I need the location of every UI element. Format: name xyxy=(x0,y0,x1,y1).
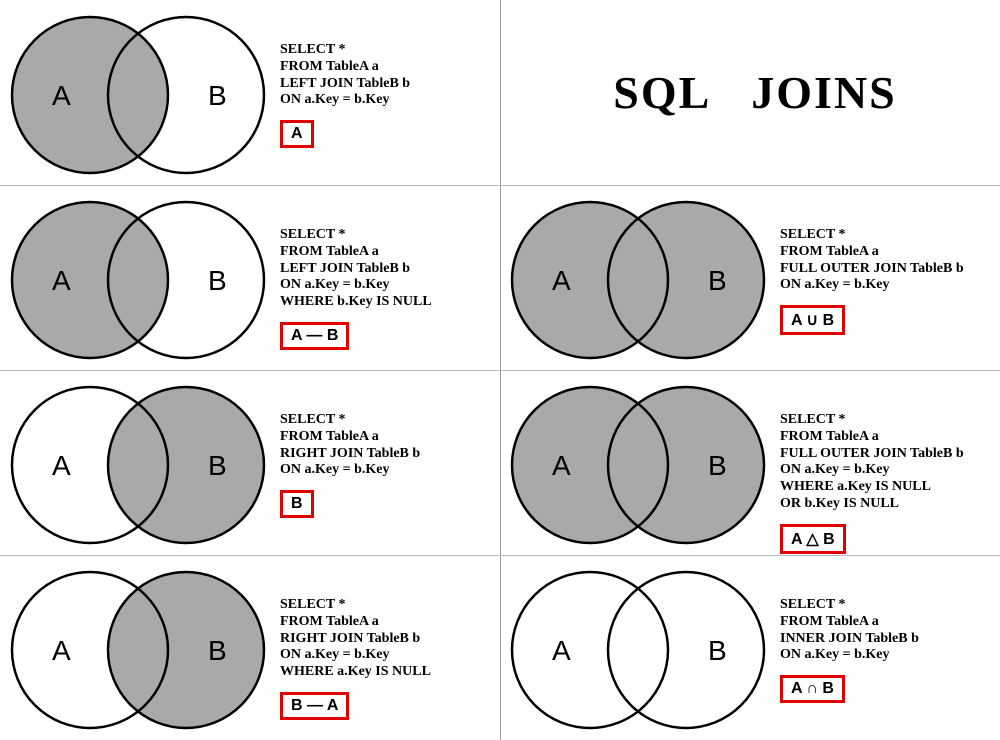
venn-label-b: B xyxy=(208,635,227,666)
venn-label-b: B xyxy=(708,635,727,666)
venn-diagram: A B xyxy=(508,380,770,550)
venn-diagram: A B xyxy=(8,380,270,550)
venn-diagram: A B xyxy=(8,195,270,365)
venn-label-b: B xyxy=(708,450,727,481)
join-cell-right-join: A B SELECT * FROM TableA a RIGHT JOIN Ta… xyxy=(0,370,500,555)
venn-label-b: B xyxy=(208,265,227,296)
venn-diagram: A B xyxy=(8,10,270,180)
join-cell-left-join-excl: A B SELECT * FROM TableA a LEFT JOIN Tab… xyxy=(0,185,500,370)
sql-code: SELECT * FROM TableA a LEFT JOIN TableB … xyxy=(280,42,410,109)
venn-label-a: A xyxy=(52,265,71,296)
venn-label-b: B xyxy=(708,265,727,296)
venn-label-a: A xyxy=(52,635,71,666)
join-cell-right-join-excl: A B SELECT * FROM TableA a RIGHT JOIN Ta… xyxy=(0,555,500,740)
set-notation-badge: B xyxy=(280,490,314,518)
set-notation-badge: A — B xyxy=(280,322,349,350)
venn-diagram: A B xyxy=(508,195,770,365)
title-word-1: SQL xyxy=(613,66,711,119)
venn-label-b: B xyxy=(208,450,227,481)
join-cell-left-join: A B SELECT * FROM TableA a LEFT JOIN Tab… xyxy=(0,0,500,185)
title-word-2: JOINS xyxy=(751,66,896,119)
set-notation-badge: A △ B xyxy=(780,524,846,554)
sql-code: SELECT * FROM TableA a RIGHT JOIN TableB… xyxy=(280,597,431,681)
venn-label-a: A xyxy=(552,635,571,666)
sql-code: SELECT * FROM TableA a FULL OUTER JOIN T… xyxy=(780,227,964,294)
join-cell-inner-join: A B SELECT * FROM TableA a INNER JOIN Ta… xyxy=(500,555,1000,740)
sql-code: SELECT * FROM TableA a INNER JOIN TableB… xyxy=(780,597,919,664)
set-notation-badge: A xyxy=(280,120,314,148)
venn-diagram: A B xyxy=(8,565,270,735)
venn-label-a: A xyxy=(552,450,571,481)
set-notation-badge: B — A xyxy=(280,692,349,720)
sql-code: SELECT * FROM TableA a LEFT JOIN TableB … xyxy=(280,227,432,311)
venn-diagram: A B xyxy=(508,565,770,735)
join-cell-full-outer-join: A B SELECT * FROM TableA a FULL OUTER JO… xyxy=(500,185,1000,370)
sql-code: SELECT * FROM TableA a FULL OUTER JOIN T… xyxy=(780,412,964,513)
venn-label-a: A xyxy=(52,80,71,111)
set-notation-badge: A ∩ B xyxy=(780,675,845,703)
sql-code: SELECT * FROM TableA a RIGHT JOIN TableB… xyxy=(280,412,420,479)
venn-label-a: A xyxy=(552,265,571,296)
venn-label-b: B xyxy=(208,80,227,111)
join-cell-full-outer-join-excl: A B SELECT * FROM TableA a FULL OUTER JO… xyxy=(500,370,1000,555)
set-notation-badge: A ∪ B xyxy=(780,305,845,335)
page-title: SQL JOINS xyxy=(510,0,1000,185)
venn-label-a: A xyxy=(52,450,71,481)
